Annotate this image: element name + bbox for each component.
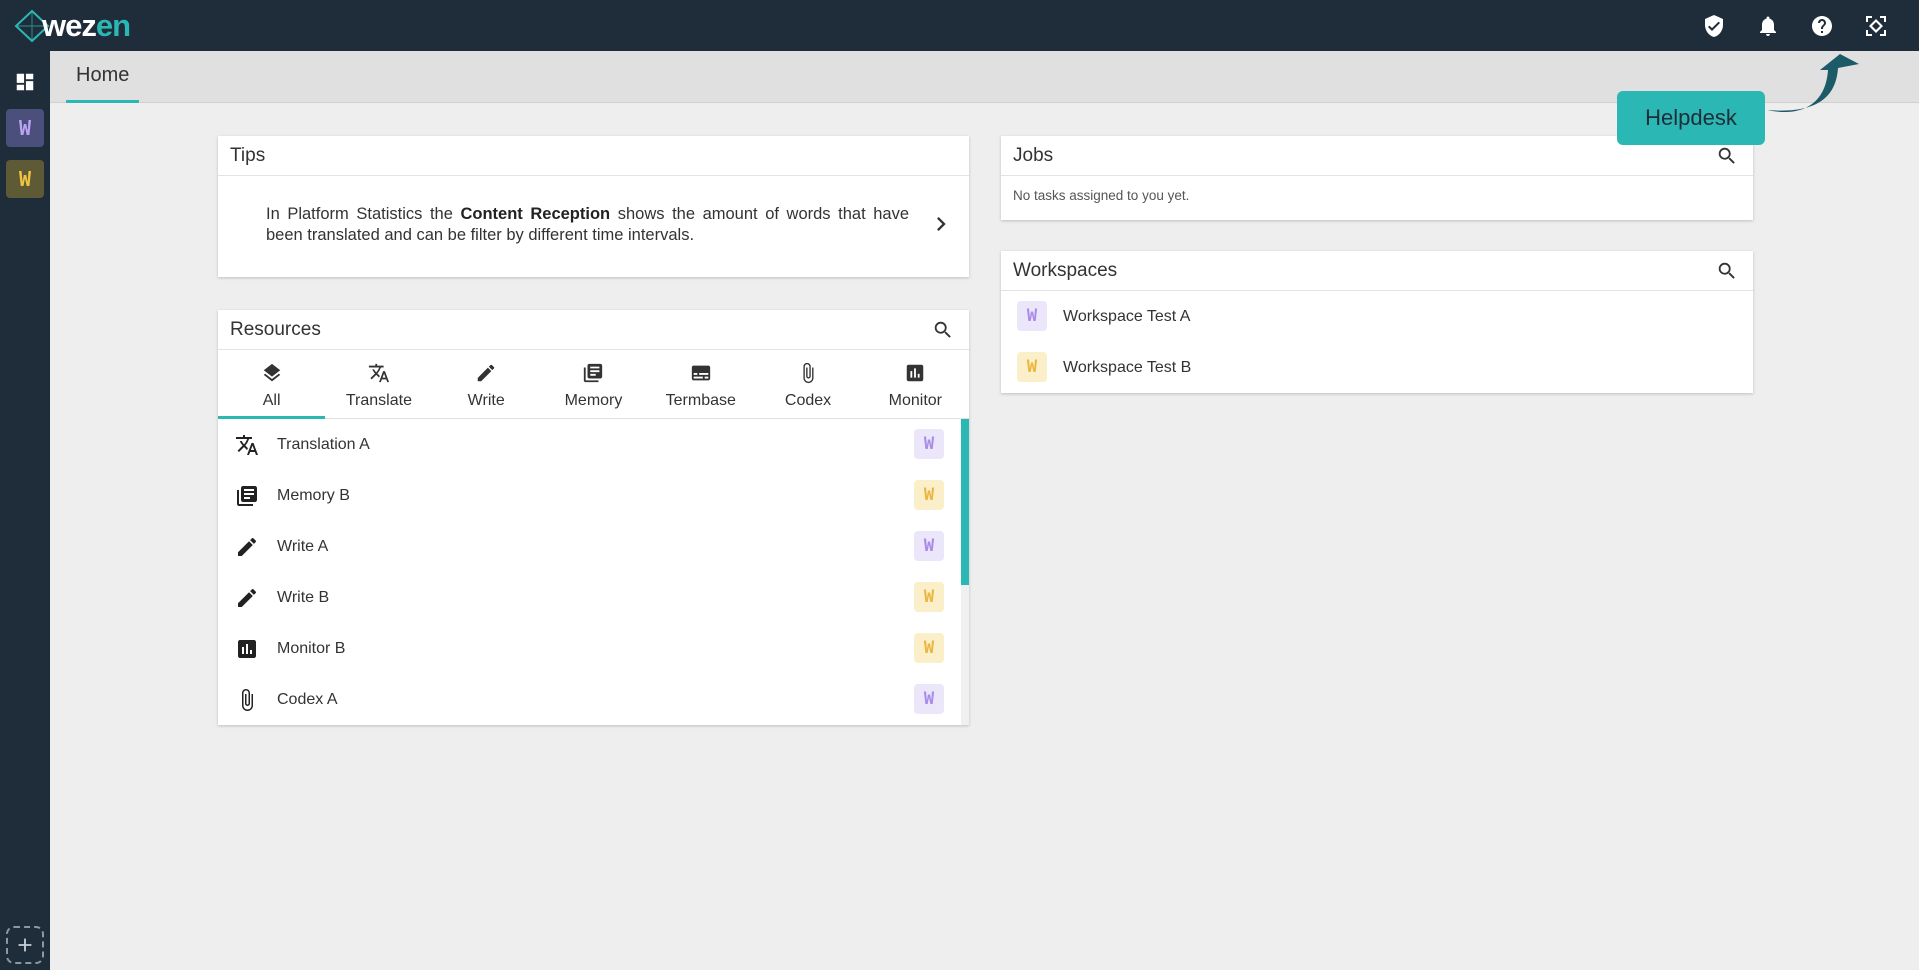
tab-write[interactable]: Write [433, 350, 540, 419]
logo[interactable]: wezen [12, 8, 162, 44]
search-icon [934, 321, 951, 338]
search-icon [1718, 147, 1735, 164]
workspace-name: Workspace Test A [1063, 307, 1191, 325]
workspace-name: Workspace Test B [1063, 358, 1192, 376]
resource-name: Write B [277, 588, 330, 606]
tab-memory[interactable]: Memory [540, 350, 647, 419]
workspace-item[interactable]: W Workspace Test B [1001, 342, 1753, 393]
tips-text: In Platform Statistics the Content Recep… [218, 176, 969, 276]
chevron-right-icon [937, 217, 946, 231]
next-tip-button[interactable] [927, 210, 955, 238]
pencil-icon [477, 364, 495, 382]
shield-button[interactable] [1687, 0, 1741, 51]
library-icon [237, 485, 257, 506]
jobs-empty-text: No tasks assigned to you yet. [1013, 188, 1190, 203]
workspaces-card: Workspaces W Workspace Test A W Workspac… [1001, 251, 1753, 393]
translate-icon [368, 363, 390, 383]
workspaces-title: Workspaces [1013, 259, 1118, 281]
logo-text: wezen [42, 8, 131, 43]
help-button[interactable] [1795, 0, 1849, 51]
resources-title: Resources [230, 318, 321, 340]
helpdesk-button[interactable] [1849, 0, 1903, 51]
library-icon [584, 363, 603, 383]
left-sidebar: W W [0, 51, 50, 970]
resource-name: Monitor B [277, 639, 346, 657]
resource-row[interactable]: Write B W [218, 572, 969, 623]
workspace-badge: W [914, 480, 944, 510]
resource-name: Memory B [277, 486, 350, 504]
resources-card: Resources All Translate Write Memory Ter… [218, 310, 969, 725]
resource-row[interactable]: Codex A W [218, 674, 969, 725]
chart-icon [238, 639, 256, 658]
helpdesk-icon [1866, 15, 1886, 36]
tab-translate[interactable]: Translate [325, 350, 432, 419]
paperclip-icon [242, 688, 253, 711]
workspace-badge: W [914, 633, 944, 663]
tips-card: Tips In Platform Statistics the Content … [218, 136, 969, 277]
add-workspace-button[interactable] [6, 926, 44, 964]
resource-row[interactable]: Write A W [218, 521, 969, 572]
pencil-icon [238, 537, 257, 556]
resource-row[interactable]: Monitor B W [218, 623, 969, 674]
workspace-badge: W [1017, 301, 1047, 331]
workspace-badge: W [914, 684, 944, 714]
tab-all[interactable]: All [218, 350, 326, 419]
resource-row[interactable]: Translation A W [218, 419, 969, 470]
notifications-button[interactable] [1741, 0, 1795, 51]
resource-name: Write A [277, 537, 329, 555]
dashboard-icon [16, 73, 34, 91]
helpdesk-tooltip: Helpdesk [1617, 91, 1765, 145]
workspaces-search-button[interactable] [1713, 257, 1741, 285]
resource-row[interactable]: Memory B W [218, 470, 969, 521]
resource-tabs: All Translate Write Memory Termbase Code… [218, 350, 969, 419]
callout-arrow-icon [1767, 54, 1859, 113]
resource-list: Translation A W Memory B W Write A W Wri… [218, 419, 969, 725]
shield-icon [1705, 14, 1723, 37]
jobs-card: Jobs No tasks assigned to you yet. [1001, 136, 1753, 220]
scrollbar-track[interactable] [961, 419, 969, 725]
tips-title: Tips [230, 144, 266, 166]
scrollbar-thumb[interactable] [961, 419, 969, 585]
top-bar: wezen [0, 0, 1919, 51]
add-icon [18, 938, 32, 952]
resource-name: Translation A [277, 435, 370, 453]
help-icon [1812, 15, 1832, 36]
workspace-badge: W [914, 429, 944, 459]
workspace-badge: W [1017, 352, 1047, 382]
workspace-badge: W [914, 531, 944, 561]
jobs-search-button[interactable] [1713, 142, 1741, 170]
jobs-title: Jobs [1013, 144, 1054, 166]
tab-codex[interactable]: Codex [754, 350, 861, 419]
search-icon [1718, 262, 1735, 279]
chart-icon [907, 364, 924, 382]
dashboard-button[interactable] [6, 63, 44, 101]
bell-icon [1760, 16, 1776, 36]
paperclip-icon [803, 362, 814, 384]
tab-home[interactable]: Home [66, 51, 140, 103]
subtitles-icon [691, 365, 710, 381]
resources-search-button[interactable] [929, 316, 957, 344]
pencil-icon [238, 588, 257, 607]
tab-termbase[interactable]: Termbase [647, 350, 754, 419]
sidebar-workspace-a[interactable]: W [6, 109, 44, 147]
layers-icon [263, 363, 280, 382]
sidebar-workspace-b[interactable]: W [6, 160, 44, 198]
tab-monitor[interactable]: Monitor [862, 350, 969, 419]
translate-icon [236, 434, 258, 455]
workspace-badge: W [914, 582, 944, 612]
resource-name: Codex A [277, 690, 338, 708]
workspace-item[interactable]: W Workspace Test A [1001, 291, 1753, 342]
